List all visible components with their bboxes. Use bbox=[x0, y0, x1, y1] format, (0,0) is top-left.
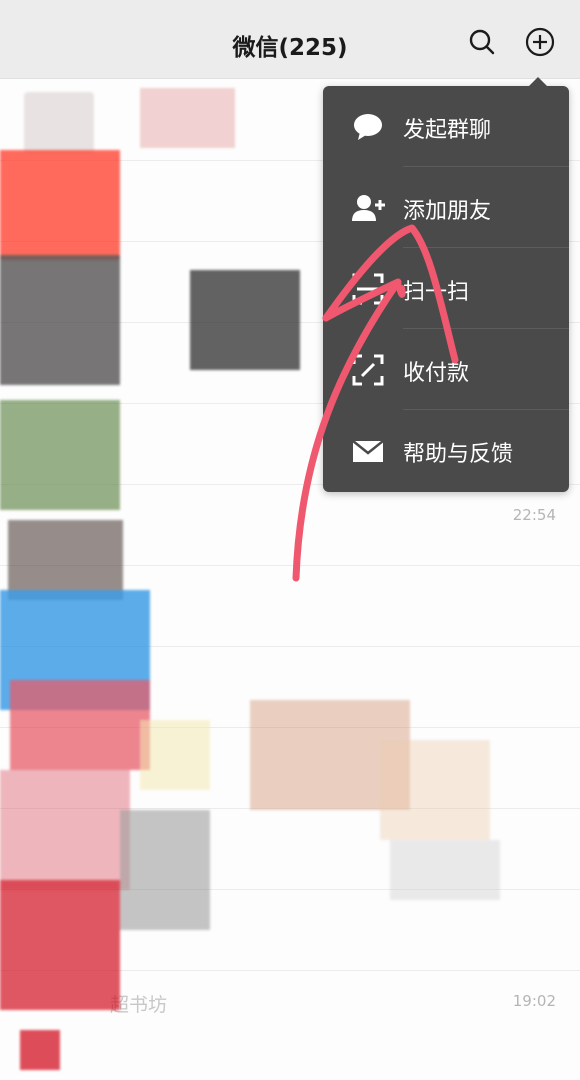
menu-item-label: 扫一扫 bbox=[403, 280, 470, 305]
menu-item-payment[interactable]: 收付款 bbox=[323, 329, 569, 410]
menu-item-label: 发起群聊 bbox=[403, 118, 492, 143]
menu-item-label: 收付款 bbox=[403, 361, 470, 386]
menu-item-group-chat[interactable]: 发起群聊 bbox=[323, 86, 569, 167]
menu-item-label: 帮助与反馈 bbox=[403, 442, 514, 467]
add-friend-icon bbox=[351, 191, 385, 225]
menu-item-scan[interactable]: 扫一扫 bbox=[323, 248, 569, 329]
menu-item-help-feedback[interactable]: 帮助与反馈 bbox=[323, 410, 569, 491]
menu-item-add-friend[interactable]: 添加朋友 bbox=[323, 167, 569, 248]
chat-bubble-icon bbox=[351, 110, 385, 144]
menu-item-label: 添加朋友 bbox=[403, 199, 492, 224]
mail-icon bbox=[351, 434, 385, 468]
add-dropdown-menu: 发起群聊 添加朋友 扫一扫 收付款 帮助与反馈 bbox=[323, 77, 569, 492]
payment-icon bbox=[351, 353, 385, 387]
scan-icon bbox=[351, 272, 385, 306]
